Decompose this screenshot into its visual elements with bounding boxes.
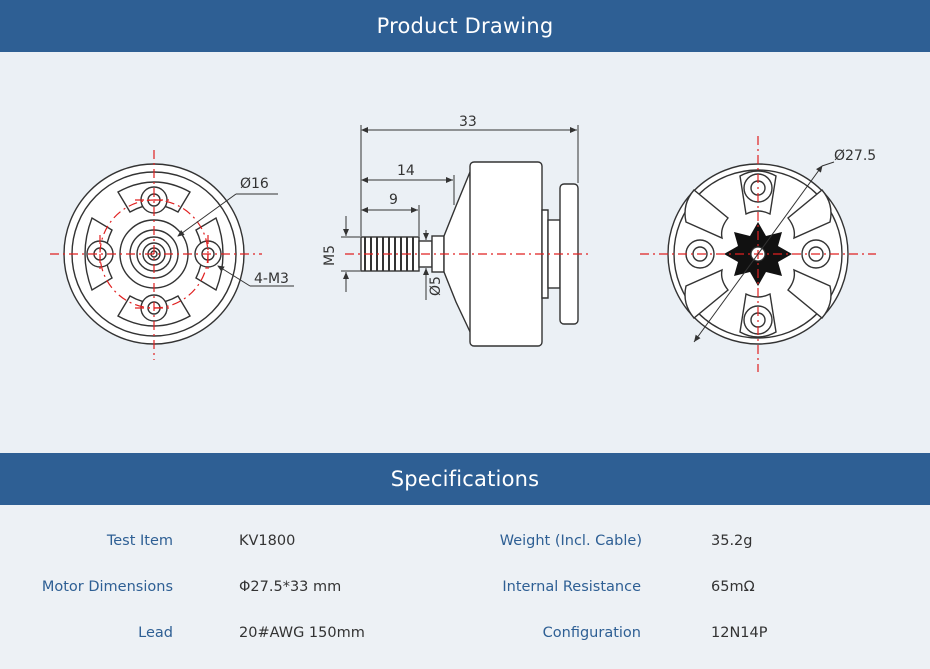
dim-mount-circle-label: Ø16 <box>240 176 269 192</box>
dim-bell-dia-label: Ø27.5 <box>834 148 876 164</box>
spec-label-configuration: Configuration <box>542 625 641 641</box>
specifications-table: Test Item KV1800 Weight (Incl. Cable) 35… <box>0 505 930 669</box>
spec-label-lead: Lead <box>138 625 173 641</box>
spec-value-motor-dimensions: Φ27.5*33 mm <box>239 579 342 595</box>
spec-label-test-item: Test Item <box>106 533 173 549</box>
dim-mount-holes-label: 4-M3 <box>254 271 289 287</box>
dim-14-label: 14 <box>397 163 415 179</box>
dim-overall-length-label: 33 <box>459 114 477 130</box>
dim-shaft-thread-label: M5 <box>322 245 338 266</box>
specifications-banner: Specifications <box>0 453 930 505</box>
specifications-title: Specifications <box>390 467 540 491</box>
side-view <box>360 161 579 347</box>
spec-label-weight: Weight (Incl. Cable) <box>499 533 642 549</box>
spec-value-test-item: KV1800 <box>239 533 296 549</box>
dim-shaft-dia-label: Ø5 <box>428 276 444 296</box>
spec-label-motor-dimensions: Motor Dimensions <box>41 579 173 595</box>
dim-9-label: 9 <box>389 192 398 208</box>
spec-label-internal-resistance: Internal Resistance <box>502 579 641 595</box>
spec-value-internal-resistance: 65mΩ <box>711 579 755 595</box>
spec-value-weight: 35.2g <box>711 533 753 549</box>
spec-value-configuration: 12N14P <box>711 625 768 641</box>
spec-value-lead: 20#AWG 150mm <box>239 625 365 641</box>
